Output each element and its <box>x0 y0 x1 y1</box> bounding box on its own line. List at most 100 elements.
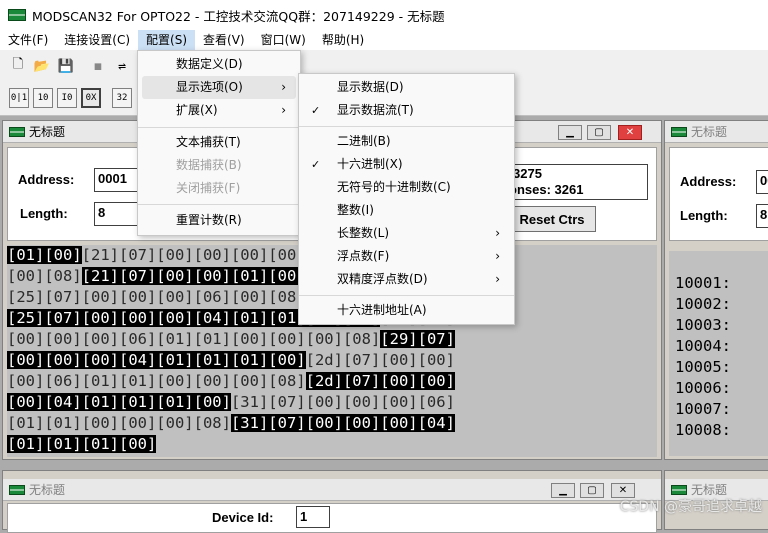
hex-bytes: [00][06][01][01][00][00][00][08] <box>7 372 306 390</box>
menu-integer[interactable]: 整数(I) <box>299 199 514 222</box>
stats-responses: onses: 3261 <box>509 182 584 197</box>
hex-bytes: [2d][07][00][00] <box>305 351 455 369</box>
document-icon <box>671 126 687 137</box>
menu-float[interactable]: 浮点数(F) › <box>299 245 514 268</box>
coil-row: 10005: <box>675 358 731 376</box>
maximize-button[interactable]: ▢ <box>587 125 611 140</box>
coil-row: 10007: <box>675 400 731 418</box>
settings-panel-2: Address: 00 Length: 8 <box>669 147 768 241</box>
document-icon <box>671 484 687 495</box>
hex-display-button[interactable]: 0X <box>81 88 101 108</box>
menu-connection[interactable]: 连接设置(C) <box>56 30 138 50</box>
hex-bytes: [00][04][01][01][01][00] <box>7 393 231 411</box>
hex-bytes: [01][00] <box>7 246 82 264</box>
menu-show-data-stream[interactable]: ✓ 显示数据流(T) <box>299 99 514 122</box>
connect-icon[interactable]: ⇌ <box>112 56 132 76</box>
chevron-right-icon: › <box>281 80 286 94</box>
mdi-window-2-title: 无标题 <box>691 125 728 139</box>
binary-display-button[interactable]: 0|1 <box>9 88 29 108</box>
menu-file[interactable]: 文件(F) <box>0 30 56 50</box>
chevron-right-icon: › <box>495 226 500 240</box>
menu-text-capture[interactable]: 文本捕获(T) <box>138 131 300 154</box>
length-field[interactable]: 8 <box>756 204 768 228</box>
menu-hex-address[interactable]: 十六进制地址(A) <box>299 299 514 322</box>
menu-separator <box>138 127 300 128</box>
menu-reset-counts[interactable]: 重置计数(R) <box>138 209 300 232</box>
hex-bytes: [01][01][01][00] <box>7 435 157 453</box>
save-icon[interactable]: 💾 <box>56 56 76 76</box>
coil-row: 10004: <box>675 337 731 355</box>
hex-row: [01][01][01][00] <box>7 434 657 455</box>
document-icon <box>9 484 25 495</box>
stats-polls: 3275 <box>513 166 542 181</box>
open-icon[interactable]: 📂 <box>32 56 52 76</box>
app-icon <box>8 9 26 21</box>
menu-separator <box>299 126 514 127</box>
menu-unsigned-decimal[interactable]: 无符号的十进制数(C) <box>299 176 514 199</box>
new-icon[interactable]: 🗋 <box>8 56 28 76</box>
display-options-submenu: 显示数据(D) ✓ 显示数据流(T) 二进制(B) ✓ 十六进制(X) 无符号的十进… <box>298 73 515 325</box>
title-bar: MODSCAN32 For OPTO22 - 工控技术交流QQ群：2071492… <box>0 0 768 30</box>
menu-long-integer[interactable]: 长整数(L) › <box>299 222 514 245</box>
hex-bytes: [00][00][00][04][01][01][01][00] <box>7 351 306 369</box>
chevron-right-icon: › <box>495 249 500 263</box>
decimal-display-button[interactable]: 10 <box>33 88 53 108</box>
device-id-label: Device Id: <box>212 510 274 525</box>
address-field[interactable]: 00 <box>756 170 768 194</box>
window-title: MODSCAN32 For OPTO22 - 工控技术交流QQ群：2071492… <box>32 8 445 24</box>
menu-extensions[interactable]: 扩展(X) › <box>138 99 300 122</box>
mdi-window-1-title: 无标题 <box>29 125 66 139</box>
watermark: CSDN @豪哥追求卓越 <box>619 499 762 515</box>
menu-help[interactable]: 帮助(H) <box>314 30 372 50</box>
minimize-button[interactable]: ▁ <box>551 483 575 498</box>
checkmark-icon: ✓ <box>311 104 321 117</box>
mdi-window-3-title: 无标题 <box>29 483 66 497</box>
mdi-window-2: 无标题 Address: 00 Length: 8 10001:10002:10… <box>664 120 768 460</box>
coil-row: 10002: <box>675 295 731 313</box>
coil-row: 10003: <box>675 316 731 334</box>
hex-bytes: [00][08] <box>7 267 82 285</box>
hex-row: [00][04][01][01][01][00][31][07][00][00]… <box>7 392 657 413</box>
coil-status-list[interactable]: 10001: 10002: 10003: 10004: 10005: 10006: 1000… <box>669 251 768 456</box>
close-button[interactable]: ✕ <box>618 125 642 140</box>
minimize-button[interactable]: ▁ <box>558 125 582 140</box>
hex-row: [00][06][01][01][00][00][00][08][2d][07]… <box>7 371 657 392</box>
integer-display-button[interactable]: I0 <box>57 88 77 108</box>
coil-row: 10001: <box>675 274 731 292</box>
menu-data-definition[interactable]: 数据定义(D) <box>138 53 300 76</box>
menu-binary[interactable]: 二进制(B) <box>299 130 514 153</box>
menu-close-capture: 关闭捕获(F) <box>176 181 241 195</box>
coil-row: 10006: <box>675 379 731 397</box>
menu-hex[interactable]: ✓ 十六进制(X) <box>299 153 514 176</box>
long-display-button[interactable]: 32 <box>112 88 132 108</box>
hex-bytes: [2d][07][00][00] <box>305 372 455 390</box>
reset-counters-button[interactable]: Reset Ctrs <box>508 206 596 232</box>
settings-panel-3: Device Id: 1 <box>7 503 657 533</box>
mdi-window-3-titlebar: 无标题 ▁ ▢ ✕ <box>3 479 661 501</box>
hex-bytes: [01][00] <box>230 267 306 285</box>
coil-row: 10008: <box>675 421 731 439</box>
length-label: Length: <box>20 206 68 221</box>
maximize-button[interactable]: ▢ <box>580 483 604 498</box>
menu-separator <box>299 295 514 296</box>
menu-window[interactable]: 窗口(W) <box>253 30 314 50</box>
menu-separator <box>138 204 300 205</box>
menu-bar: 文件(F) 连接设置(C) 配置(S) 查看(V) 窗口(W) 帮助(H) <box>0 30 768 50</box>
stats-box: 3275 onses: 3261 <box>508 164 648 200</box>
device-id-field[interactable]: 1 <box>296 506 330 528</box>
chevron-right-icon: › <box>495 272 500 286</box>
menu-show-data[interactable]: 显示数据(D) <box>299 76 514 99</box>
chevron-right-icon: › <box>281 103 286 117</box>
disconnect-icon[interactable]: ◼ <box>88 56 108 76</box>
hex-bytes: [31][07][00][00][00][04] <box>230 414 455 432</box>
checkmark-icon: ✓ <box>311 158 321 171</box>
mdi-window-3: 无标题 ▁ ▢ ✕ Device Id: 1 <box>2 470 662 533</box>
hex-bytes: [00][08] <box>230 288 306 306</box>
menu-display-options[interactable]: 显示选项(O) › <box>142 76 296 99</box>
menu-config[interactable]: 配置(S) <box>138 30 196 50</box>
menu-double-float[interactable]: 双精度浮点数(D) › <box>299 268 514 291</box>
hex-bytes: [00][00] <box>230 246 306 264</box>
menu-view[interactable]: 查看(V) <box>195 30 253 50</box>
length-label: Length: <box>680 208 728 223</box>
hex-bytes: [25][07][00][00][00][06] <box>7 288 231 306</box>
